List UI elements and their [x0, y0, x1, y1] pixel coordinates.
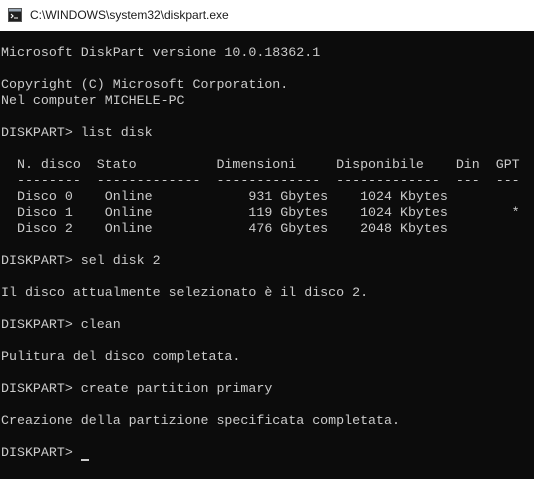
title-bar[interactable]: C:\WINDOWS\system32\diskpart.exe	[0, 0, 534, 31]
console-output[interactable]: Microsoft DiskPart versione 10.0.18362.1…	[0, 31, 534, 479]
prompt-text: DISKPART>	[1, 445, 81, 460]
disk-table-row: Disco 1 Online 119 Gbytes 1024 Kbytes *	[1, 205, 520, 220]
disk-table-separator: -------- ------------- ------------- ---…	[1, 173, 520, 188]
window-title: C:\WINDOWS\system32\diskpart.exe	[30, 8, 229, 22]
command-line: DISKPART> list disk	[1, 125, 153, 140]
console-line: Nel computer MICHELE-PC	[1, 93, 185, 108]
prompt-line[interactable]: DISKPART>	[1, 445, 534, 461]
disk-table-header: N. disco Stato Dimensioni Disponibile Di…	[1, 157, 520, 172]
console-line: Pulitura del disco completata.	[1, 349, 241, 364]
command-line: DISKPART> clean	[1, 317, 121, 332]
console-line: Il disco attualmente selezionato è il di…	[1, 285, 369, 300]
console-app-icon	[8, 8, 22, 22]
disk-table-row: Disco 0 Online 931 Gbytes 1024 Kbytes	[1, 189, 448, 204]
console-line: Creazione della partizione specificata c…	[1, 413, 400, 428]
console-window: C:\WINDOWS\system32\diskpart.exe Microso…	[0, 0, 534, 479]
command-line: DISKPART> sel disk 2	[1, 253, 161, 268]
console-line: Copyright (C) Microsoft Corporation.	[1, 77, 289, 92]
text-cursor	[80, 459, 89, 461]
disk-table-row: Disco 2 Online 476 Gbytes 2048 Kbytes	[1, 221, 448, 236]
command-line: DISKPART> create partition primary	[1, 381, 273, 396]
console-line: Microsoft DiskPart versione 10.0.18362.1	[1, 45, 321, 60]
